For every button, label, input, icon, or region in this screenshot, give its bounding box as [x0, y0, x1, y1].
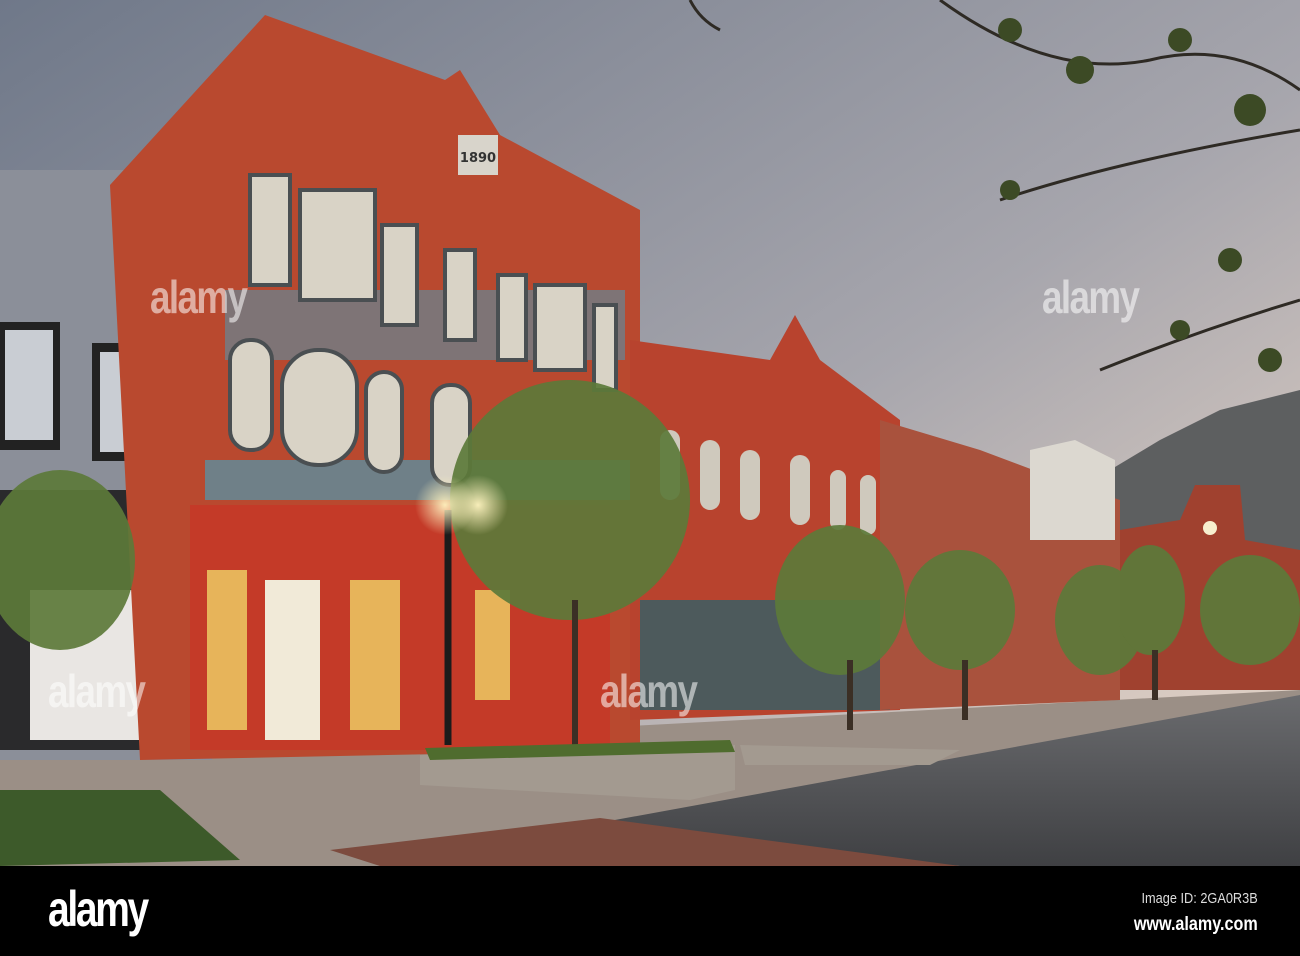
clock: [1203, 521, 1217, 535]
watermark: alamy: [1042, 271, 1140, 323]
street-tree: [1200, 555, 1300, 665]
street-tree: [775, 525, 905, 675]
watermark: alamy: [48, 665, 146, 717]
building-date: 1890: [460, 151, 496, 166]
entrance-door: [265, 580, 320, 740]
footer-bar: alamy Image ID: 2GA0R3B www.alamy.com: [0, 866, 1300, 956]
street-photo: 1890: [0, 0, 1300, 866]
watermark: alamy: [150, 271, 248, 323]
street-tree: [905, 550, 1015, 670]
image-id: Image ID: 2GA0R3B: [1141, 890, 1258, 907]
site-url[interactable]: www.alamy.com: [1134, 914, 1258, 936]
white-building: [1030, 440, 1115, 540]
watermark: alamy: [600, 665, 698, 717]
stock-photo-frame: 1890 alamy alamy alamy alamy alamy Image…: [0, 0, 1300, 956]
street-tree: [1115, 545, 1185, 655]
alamy-logo: alamy: [48, 881, 149, 937]
